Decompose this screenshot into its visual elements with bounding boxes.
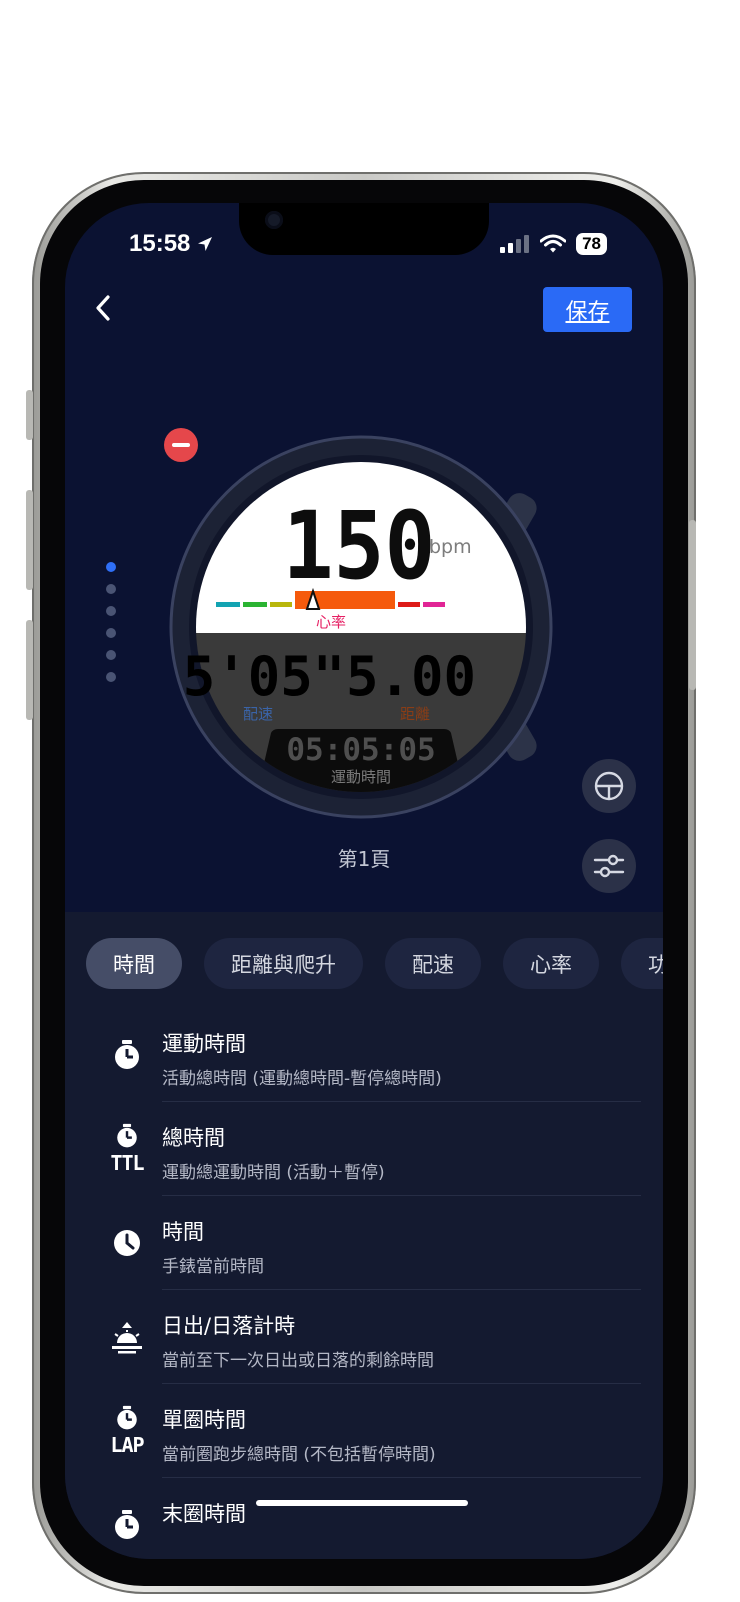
hr-zone-bar [423,602,445,607]
status-time: 15:58 [129,230,214,258]
page-dot[interactable] [106,606,116,616]
side-button-volume-down [26,620,33,720]
notch [239,203,489,255]
category-tabs: 時間 距離與爬升 配速 心率 功 [86,938,663,989]
hr-zone-bar [270,602,292,607]
clock-icon [107,1210,147,1276]
distance-value: 5.00 [346,645,476,708]
item-title: 單圈時間 [162,1408,246,1432]
tab-power[interactable]: 功 [621,938,663,989]
stopwatch-lap-icon: LAP [107,1398,147,1464]
home-indicator[interactable] [256,1500,468,1506]
list-item[interactable]: 末圈時間 [65,1478,663,1559]
duration-label: 運動時間 [331,768,391,786]
sunrise-icon [107,1304,147,1370]
side-button-silent [26,390,33,440]
distance-label: 距離 [400,705,430,723]
battery-indicator: 78 [576,233,607,255]
layout-grid-icon [594,771,624,801]
data-field-list: 運動時間 活動總時間 (運動總時間-暫停總時間) TTL 總時間 運動總運動時間… [65,1008,663,1559]
icon-caption: LAP [110,1433,144,1457]
watch-face-preview[interactable]: 150 bpm 心率 5'05" 配速 5.00 距離 05:05:05 運動時… [161,423,581,823]
list-item[interactable]: 運動時間 活動總時間 (運動總時間-暫停總時間) [65,1008,663,1102]
screen: 15:58 78 保存 150 bpm 心率 5'05" 配速 5.00 距離 … [65,203,663,1559]
page-dot[interactable] [106,628,116,638]
item-subtitle: 運動總運動時間 (活動＋暫停) [162,1163,385,1183]
page-indicator [106,562,116,682]
location-arrow-icon [198,237,213,251]
item-title: 時間 [162,1220,204,1244]
list-item[interactable]: 時間 手錶當前時間 [65,1196,663,1290]
duration-value: 05:05:05 [286,732,435,768]
list-item[interactable]: 日出/日落計時 當前至下一次日出或日落的剩餘時間 [65,1290,663,1384]
item-subtitle: 當前至下一次日出或日落的剩餘時間 [162,1351,434,1371]
item-title: 日出/日落計時 [162,1314,296,1338]
hr-zone-bar [243,602,267,607]
tab-pace[interactable]: 配速 [385,938,481,989]
remove-field-button[interactable] [164,428,198,462]
stopwatch-icon [107,1492,147,1558]
pace-value: 5'05" [183,645,346,708]
item-title: 末圈時間 [162,1502,246,1526]
icon-caption: TTL [110,1151,144,1175]
item-title: 總時間 [162,1126,225,1150]
save-button[interactable]: 保存 [543,287,632,332]
front-camera [265,211,283,229]
item-subtitle: 手錶當前時間 [162,1257,264,1277]
stopwatch-ttl-icon: TTL [107,1116,147,1182]
heart-rate-value: 150 [283,492,436,601]
side-button-volume-up [26,490,33,590]
page-dot[interactable] [106,562,116,572]
list-item[interactable]: TTL 總時間 運動總運動時間 (活動＋暫停) [65,1102,663,1196]
item-subtitle: 活動總時間 (運動總時間-暫停總時間) [162,1069,442,1089]
data-field-panel: 時間 距離與爬升 配速 心率 功 運動時間 活動總時間 (運動總時間-暫停總時間… [65,912,663,1559]
page-dot[interactable] [106,650,116,660]
wifi-icon [540,234,567,253]
heart-rate-unit: bpm [429,536,472,558]
page-label: 第1頁 [337,847,391,871]
tab-heart-rate[interactable]: 心率 [503,938,599,989]
heart-rate-label: 心率 [316,613,346,631]
page-dot[interactable] [106,672,116,682]
tab-time[interactable]: 時間 [86,938,182,989]
item-title: 運動時間 [162,1032,246,1056]
stopwatch-icon [107,1022,147,1088]
tab-distance-ascent[interactable]: 距離與爬升 [204,938,363,989]
item-subtitle: 當前圈跑步總時間 (不包括暫停時間) [162,1445,436,1465]
chevron-left-icon [96,295,110,321]
list-item[interactable]: LAP 單圈時間 當前圈跑步總時間 (不包括暫停時間) [65,1384,663,1478]
hr-zone-bar [216,602,240,607]
back-button[interactable] [83,288,123,328]
side-button-power [689,520,696,690]
face-style-button[interactable] [582,759,636,813]
hr-zone-bar [398,602,420,607]
pace-label: 配速 [243,705,273,723]
status-indicators: 78 [500,233,607,255]
cellular-signal-icon [500,235,530,253]
page-dot[interactable] [106,584,116,594]
status-clock: 15:58 [129,230,191,257]
